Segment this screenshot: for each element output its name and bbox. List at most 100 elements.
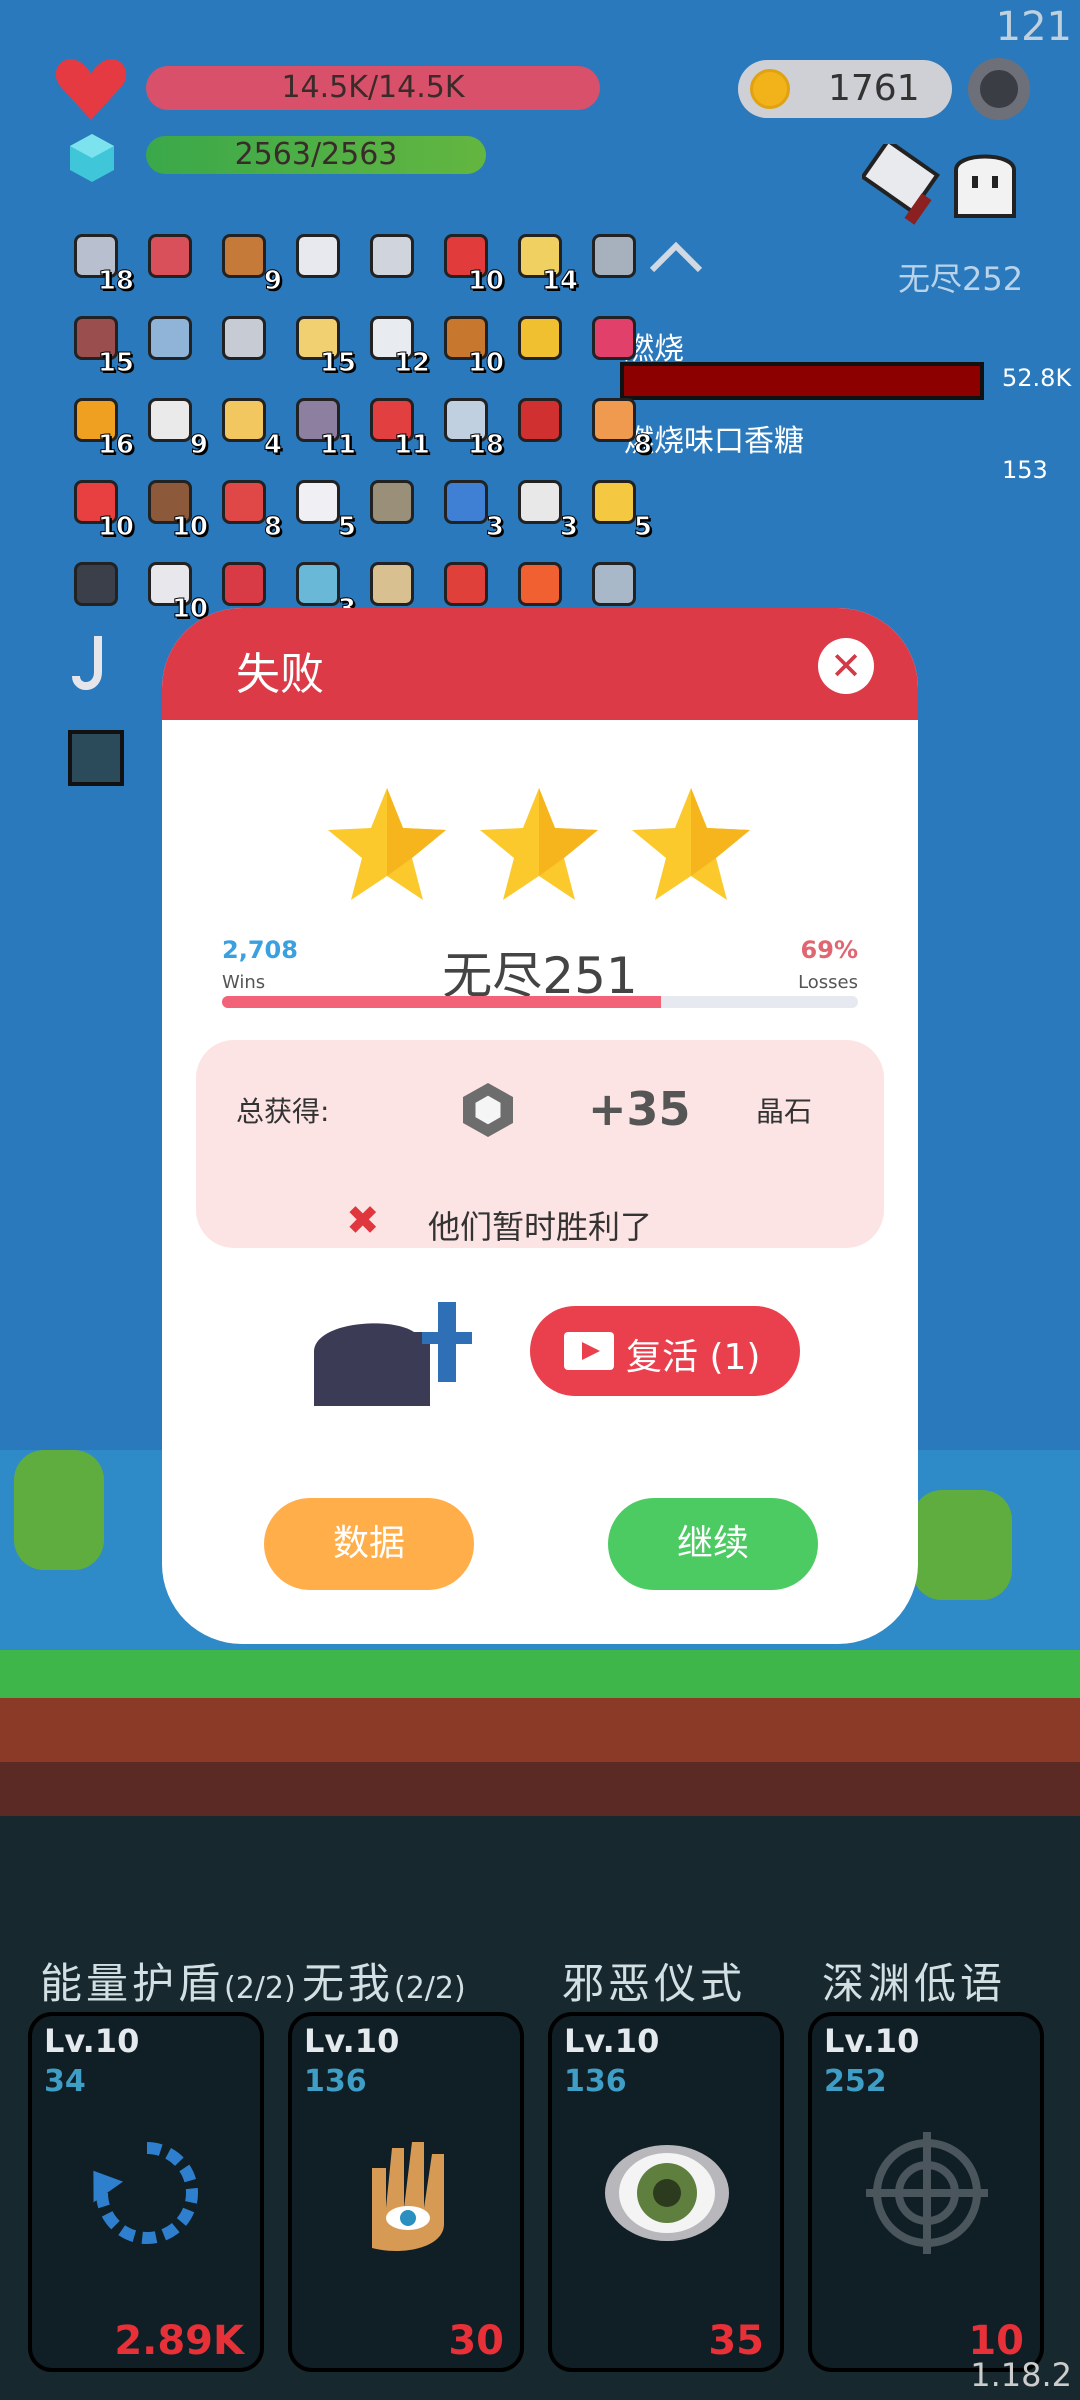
skill-value: 2.89K <box>114 2318 244 2364</box>
skill-card[interactable]: Lv.10 34 2.89K <box>28 2012 264 2372</box>
heart-icon <box>55 59 127 120</box>
strawberry-icon[interactable]: 11 <box>362 390 431 461</box>
gift-icon[interactable] <box>436 554 496 614</box>
fire-icon[interactable] <box>510 554 570 614</box>
ghost-icon[interactable]: 10 <box>140 554 209 625</box>
spike-icon[interactable]: 11 <box>288 390 357 461</box>
sword-icon[interactable]: 18 <box>66 226 135 297</box>
skill-name: 深渊低语 <box>822 1959 1007 2008</box>
item-count: 4 <box>263 430 282 461</box>
shield-icon[interactable] <box>140 226 200 286</box>
item-count: 18 <box>97 266 134 297</box>
magnet-icon[interactable] <box>510 390 570 450</box>
pill-icon[interactable]: 3 <box>510 472 579 543</box>
revive-button[interactable]: 复活 (1) <box>530 1306 800 1396</box>
item-count: 18 <box>467 430 504 461</box>
close-button[interactable]: ✕ <box>818 638 874 694</box>
skill-name: 邪恶仪式 <box>562 1959 747 2008</box>
star-card-icon[interactable]: 3 <box>436 472 505 543</box>
skill-card[interactable]: Lv.10 252 10 <box>808 2012 1044 2372</box>
apple-icon[interactable]: 10 <box>436 226 505 297</box>
health-bar: 14.5K/14.5K <box>146 66 600 110</box>
cards-icon[interactable]: 5 <box>288 472 357 543</box>
flower-icon[interactable]: 14 <box>510 226 579 297</box>
map-icon[interactable]: 4 <box>214 390 283 461</box>
top-right-number: 121 <box>995 4 1072 50</box>
skill-level: Lv.10 <box>564 2022 660 2060</box>
helmet-icon[interactable] <box>214 308 274 368</box>
frame-icon[interactable] <box>140 308 200 368</box>
robe-icon[interactable] <box>584 554 644 614</box>
item-count: 9 <box>189 430 208 461</box>
blade-icon[interactable] <box>362 226 422 286</box>
item-count: 5 <box>633 512 652 543</box>
item-count: 8 <box>263 512 282 543</box>
skill-cost: 136 <box>564 2064 627 2099</box>
clipboard-icon[interactable]: 15 <box>288 308 357 379</box>
axe-icon[interactable] <box>584 226 644 286</box>
skill-value: 35 <box>708 2318 764 2364</box>
skill-cost: 34 <box>44 2064 86 2099</box>
target-icon[interactable]: 9 <box>214 226 283 297</box>
star-icon <box>632 788 750 900</box>
dice-icon[interactable]: 9 <box>140 390 209 461</box>
hand-eye-icon <box>342 2128 472 2262</box>
sock-icon[interactable]: 8 <box>214 472 283 543</box>
reward-unit: 晶石 <box>756 1095 813 1128</box>
reward-value: +35 <box>588 1082 691 1136</box>
grass <box>0 1650 1080 1698</box>
dialog-header: 失败 ✕ <box>162 608 918 720</box>
item-count: 16 <box>97 430 134 461</box>
book-icon[interactable]: 10 <box>436 308 505 379</box>
tree-right <box>912 1490 1012 1600</box>
mail-icon[interactable]: 12 <box>362 308 431 379</box>
reward-box: 总获得: +35 晶石 ✖ 他们暂时胜利了 <box>196 1040 884 1248</box>
item-count: 8 <box>633 430 652 461</box>
skill-card[interactable]: Lv.10 136 35 <box>548 2012 784 2372</box>
meteor-icon[interactable] <box>362 472 422 532</box>
needle-icon[interactable]: 18 <box>436 390 505 461</box>
hook-icon <box>72 636 102 690</box>
skill-count: (2/2) <box>224 1971 296 2006</box>
skill-level: Lv.10 <box>44 2022 140 2060</box>
shell-icon[interactable]: 16 <box>66 390 135 461</box>
star-icon <box>480 788 598 900</box>
item-count: 14 <box>541 266 578 297</box>
data-button[interactable]: 数据 <box>264 1498 474 1590</box>
cheese-icon[interactable]: 5 <box>584 472 653 543</box>
heart-icon[interactable] <box>214 554 274 614</box>
revive-label: 复活 (1) <box>626 1337 761 1378</box>
relic-icon <box>68 730 124 786</box>
losses-label: Losses <box>798 972 858 993</box>
mana-text: 2563/2563 <box>234 137 398 172</box>
skill-title: 深渊低语 <box>822 1950 1006 2011</box>
gem-icon[interactable] <box>584 308 644 368</box>
stage-name: 无尽252 <box>898 260 1024 298</box>
win-loss-bar <box>222 996 858 1008</box>
ghost-boss-icon <box>954 154 1016 218</box>
item-count: 15 <box>97 348 134 379</box>
coconut-icon[interactable]: 10 <box>140 472 209 543</box>
eye-icon <box>602 2128 732 2262</box>
dialog-title: 失败 <box>236 649 324 700</box>
refresh-icon <box>82 2128 212 2262</box>
chevron-up-icon[interactable] <box>648 238 704 274</box>
item-count: 5 <box>337 512 356 543</box>
skull-book-icon[interactable] <box>66 554 126 614</box>
watermelon-icon[interactable]: 10 <box>66 472 135 543</box>
item-count: 12 <box>393 348 430 379</box>
scroll-icon[interactable] <box>362 554 422 614</box>
close-icon: ✖ <box>346 1198 380 1244</box>
enemy-health-bar <box>620 362 984 400</box>
skill-level: Lv.10 <box>304 2022 400 2060</box>
ring-icon[interactable] <box>510 308 570 368</box>
checklist-icon[interactable] <box>288 226 348 286</box>
skill-name: 能量护盾 <box>40 1959 225 2008</box>
gear-icon[interactable] <box>968 58 1030 120</box>
continue-button[interactable]: 继续 <box>608 1498 818 1590</box>
door-icon[interactable]: 15 <box>66 308 135 379</box>
skill-card[interactable]: Lv.10 136 30 <box>288 2012 524 2372</box>
potion-icon[interactable]: 3 <box>288 554 357 625</box>
icecream-icon[interactable]: 8 <box>584 390 653 461</box>
skill-title: 能量护盾(2/2) <box>40 1950 296 2011</box>
